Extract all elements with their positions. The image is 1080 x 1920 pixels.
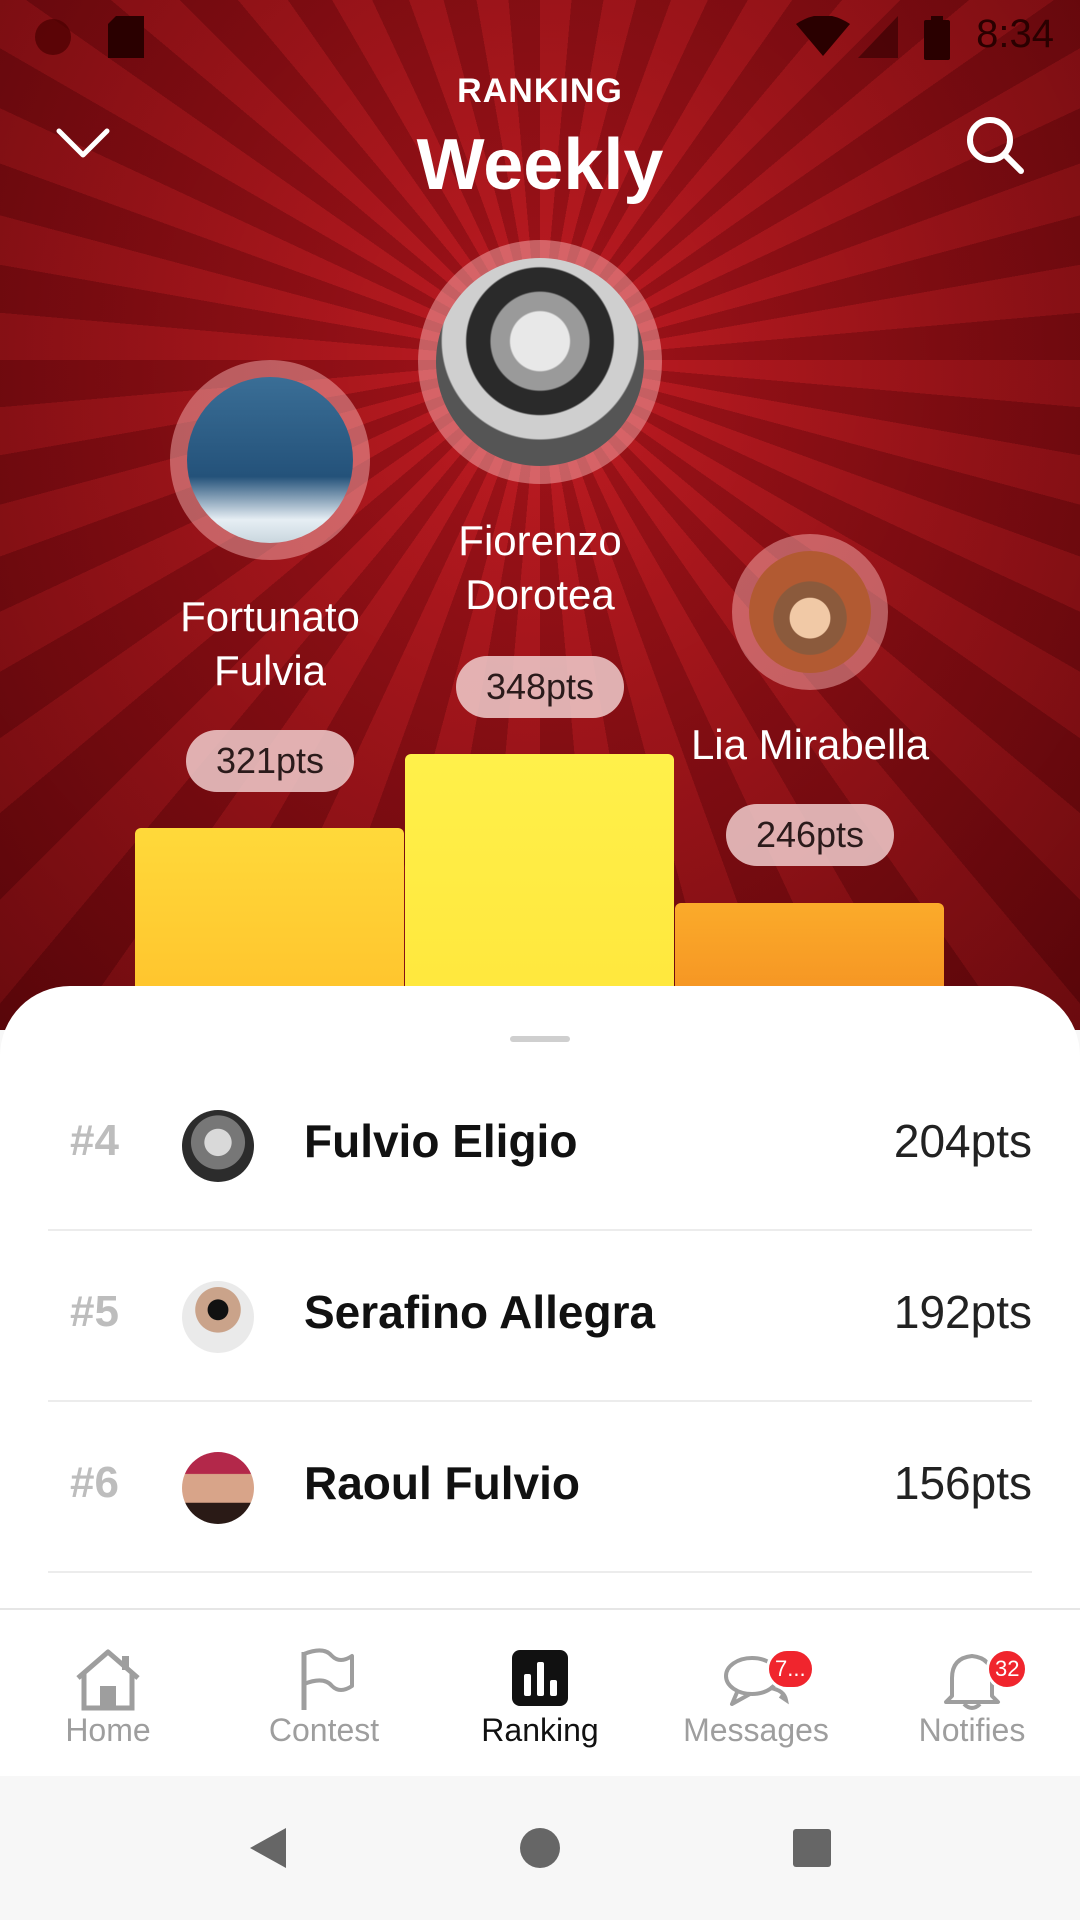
flag-icon xyxy=(301,1648,354,1710)
avatar xyxy=(182,1281,254,1353)
podium-points-first: 348pts xyxy=(456,656,624,718)
user-name: Fulvio Eligio xyxy=(304,1115,578,1167)
page-title: Weekly xyxy=(416,125,664,205)
wifi-icon xyxy=(796,16,850,56)
podium-points-third: 246pts xyxy=(726,804,894,866)
rank-label: #6 xyxy=(70,1458,119,1507)
rank-label: #5 xyxy=(70,1287,119,1336)
battery-icon xyxy=(924,16,950,60)
signal-icon xyxy=(858,16,898,58)
user-points: 204pts xyxy=(893,1115,1032,1167)
tab-messages[interactable]: 7... Messages xyxy=(648,1610,864,1778)
bar-chart-icon xyxy=(512,1650,568,1706)
record-icon xyxy=(35,19,71,55)
tab-label: Home xyxy=(65,1712,151,1748)
messages-badge: 7... xyxy=(766,1648,815,1690)
list-item[interactable]: #5 Serafino Allegra 192pts xyxy=(48,1231,1032,1402)
list-item[interactable]: #6 Raoul Fulvio 156pts xyxy=(48,1402,1032,1573)
bottom-navigation: Home Contest Ranking 7... Messages 32 No… xyxy=(0,1608,1080,1776)
ranking-header: 8:34 RANKING Weekly Fiorenzo Dorotea 348… xyxy=(0,0,1080,1030)
podium-avatar-second[interactable] xyxy=(170,360,370,560)
notifications-badge: 32 xyxy=(986,1648,1029,1690)
tab-label: Ranking xyxy=(481,1712,599,1748)
podium-name-second: Fortunato Fulvia xyxy=(180,593,360,694)
podium-name-first: Fiorenzo Dorotea xyxy=(458,517,622,618)
status-bar: 8:34 xyxy=(0,0,1080,72)
avatar xyxy=(182,1110,254,1182)
divider xyxy=(48,1571,1032,1573)
avatar xyxy=(436,258,644,466)
page-subtitle: RANKING xyxy=(457,72,623,110)
avatar xyxy=(187,377,353,543)
ranking-sheet[interactable]: #4 Fulvio Eligio 204pts #5 Serafino Alle… xyxy=(0,986,1080,1608)
user-name: Raoul Fulvio xyxy=(304,1457,580,1509)
list-item[interactable]: #4 Fulvio Eligio 204pts xyxy=(48,1060,1032,1231)
user-points: 156pts xyxy=(893,1457,1032,1509)
user-name: Serafino Allegra xyxy=(304,1286,656,1338)
tab-label: Contest xyxy=(268,1712,380,1748)
home-circle-icon[interactable] xyxy=(518,1826,562,1870)
status-time: 8:34 xyxy=(976,12,1054,56)
tab-contest[interactable]: Contest xyxy=(216,1610,432,1778)
tab-label: Notifies xyxy=(918,1712,1026,1748)
podium-avatar-first[interactable] xyxy=(418,240,662,484)
podium-avatar-third[interactable] xyxy=(732,534,888,690)
user-points: 192pts xyxy=(893,1286,1032,1338)
sd-card-icon xyxy=(108,16,144,58)
tab-notifies[interactable]: 32 Notifies xyxy=(864,1610,1080,1778)
avatar xyxy=(749,551,871,673)
recents-icon[interactable] xyxy=(792,1828,832,1868)
tab-label: Messages xyxy=(683,1712,829,1748)
tab-ranking[interactable]: Ranking xyxy=(432,1610,648,1778)
home-icon xyxy=(76,1649,140,1711)
drag-handle[interactable] xyxy=(510,1036,570,1042)
rank-label: #4 xyxy=(70,1116,119,1165)
avatar xyxy=(182,1452,254,1524)
tab-home[interactable]: Home xyxy=(0,1610,216,1778)
back-icon[interactable] xyxy=(248,1826,288,1870)
podium-name-third: Lia Mirabella xyxy=(690,721,930,768)
system-navigation-bar xyxy=(0,1776,1080,1920)
podium-points-second: 321pts xyxy=(186,730,354,792)
